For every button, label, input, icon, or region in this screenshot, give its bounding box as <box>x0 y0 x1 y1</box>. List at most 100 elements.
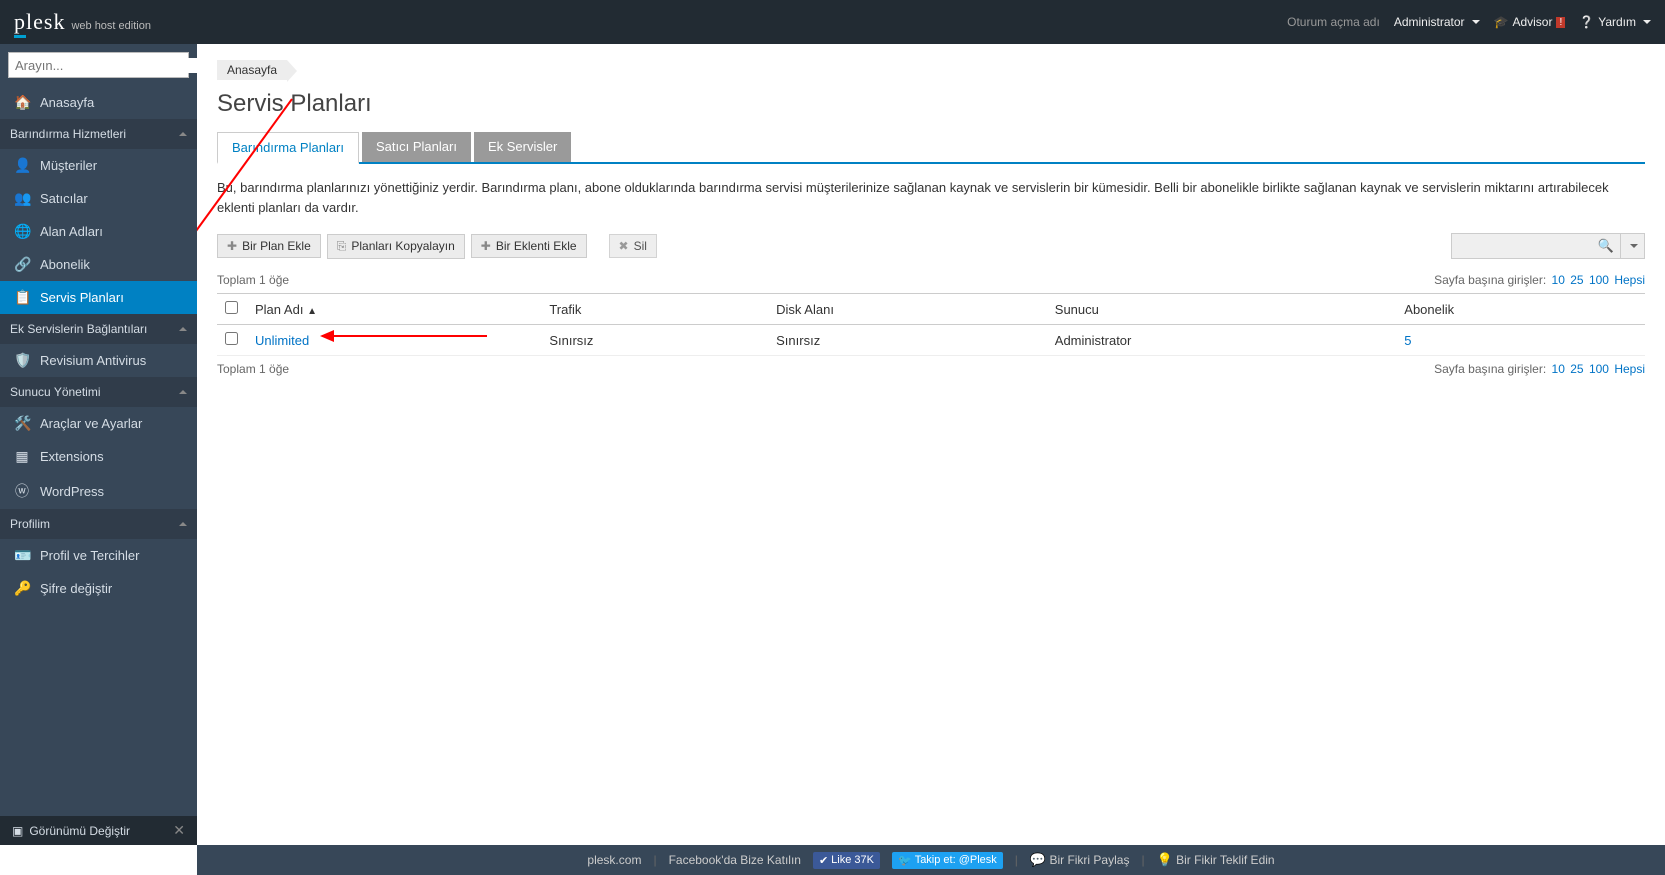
copy-icon: ⎘ <box>337 239 347 254</box>
chevron-up-icon <box>179 390 187 394</box>
link-icon: 🔗 <box>14 256 30 273</box>
col-subscription[interactable]: Abonelik <box>1396 294 1645 325</box>
users-icon: 👥 <box>14 190 30 207</box>
cell-disk: Sınırsız <box>768 325 1047 356</box>
wordpress-icon: ⓦ <box>14 481 30 501</box>
sidebar-group-ext[interactable]: Ek Servislerin Bağlantıları <box>0 314 197 344</box>
sidebar-item-wordpress[interactable]: ⓦWordPress <box>0 473 197 509</box>
add-addon-button[interactable]: ✚Bir Eklenti Ekle <box>471 234 587 258</box>
search-icon: 🔍 <box>1598 238 1614 254</box>
thumb-icon: ✔ <box>819 854 828 867</box>
graduation-icon: 🎓 <box>1494 15 1509 29</box>
pager-top: Sayfa başına girişler: 10 25 100 Hepsi <box>1434 273 1645 287</box>
page-description: Bu, barındırma planlarınızı yönettiğiniz… <box>217 178 1645 217</box>
shield-icon: 🛡️ <box>14 352 30 369</box>
delete-button[interactable]: ✖Sil <box>609 234 657 258</box>
search-input[interactable] <box>9 58 197 73</box>
sidebar-item-subscriptions[interactable]: 🔗Abonelik <box>0 248 197 281</box>
help-menu[interactable]: ❔Yardım <box>1579 15 1651 29</box>
breadcrumb-home[interactable]: Anasayfa <box>217 60 287 80</box>
panel-icon: ▣ <box>12 824 23 838</box>
sidebar-item-password[interactable]: 🔑Şifre değiştir <box>0 572 197 605</box>
brand-logo: plesk <box>14 9 65 35</box>
user-menu[interactable]: Administrator <box>1394 15 1480 29</box>
sidebar-item-home[interactable]: 🏠Anasayfa <box>0 86 197 119</box>
sidebar-item-revisium[interactable]: 🛡️Revisium Antivirus <box>0 344 197 377</box>
sidebar-item-resellers[interactable]: 👥Satıcılar <box>0 182 197 215</box>
col-disk[interactable]: Disk Alanı <box>768 294 1047 325</box>
col-plan-name[interactable]: Plan Adı ▲ <box>247 294 541 325</box>
pager-10[interactable]: 10 <box>1552 273 1565 287</box>
tab-addon-services[interactable]: Ek Servisler <box>474 132 571 162</box>
total-count-top: Toplam 1 öğe <box>217 273 289 287</box>
chevron-up-icon <box>179 522 187 526</box>
sidebar-item-service-plans[interactable]: 📋Servis Planları <box>0 281 197 314</box>
subscription-link[interactable]: 5 <box>1404 333 1411 348</box>
brand[interactable]: plesk web host edition <box>14 9 151 35</box>
sidebar-item-domains[interactable]: 🌐Alan Adları <box>0 215 197 248</box>
facebook-like-button[interactable]: ✔Like 37K <box>813 852 880 869</box>
key-icon: 🔑 <box>14 580 30 597</box>
sidebar-item-customers[interactable]: 👤Müşteriler <box>0 149 197 182</box>
toolbar: ✚Bir Plan Ekle ⎘Planları Kopyalayın ✚Bir… <box>217 233 1645 259</box>
pager-100[interactable]: 100 <box>1589 273 1609 287</box>
chevron-up-icon <box>179 132 187 136</box>
add-plan-button[interactable]: ✚Bir Plan Ekle <box>217 234 321 258</box>
globe-icon: 🌐 <box>14 223 30 240</box>
table-search[interactable]: 🔍 <box>1451 233 1621 259</box>
sidebar-footer: ▣Görünümü Değiştir ✕ <box>0 816 197 845</box>
twitter-icon: 🐦 <box>898 854 912 867</box>
bulb-icon: 💡 <box>1157 852 1173 867</box>
page-title: Servis Planları <box>217 90 1645 118</box>
sidebar-item-extensions[interactable]: ▦Extensions <box>0 440 197 473</box>
puzzle-icon: ▦ <box>14 448 30 465</box>
tab-hosting-plans[interactable]: Barındırma Planları <box>217 132 359 164</box>
footer-suggest-idea[interactable]: 💡 Bir Fikir Teklif Edin <box>1157 852 1275 868</box>
sidebar-group-hosting[interactable]: Barındırma Hizmetleri <box>0 119 197 149</box>
twitter-follow-button[interactable]: 🐦Takip et: @Plesk <box>892 852 1003 869</box>
alert-badge: ! <box>1556 17 1565 28</box>
select-all-checkbox[interactable] <box>225 301 238 314</box>
delete-icon: ✖ <box>619 239 629 253</box>
pager-all[interactable]: Hepsi <box>1614 273 1645 287</box>
pager-25[interactable]: 25 <box>1570 362 1583 376</box>
sidebar-group-server[interactable]: Sunucu Yönetimi <box>0 377 197 407</box>
home-icon: 🏠 <box>14 94 30 111</box>
chat-icon: 💬 <box>1030 852 1046 867</box>
col-server[interactable]: Sunucu <box>1047 294 1397 325</box>
close-icon[interactable]: ✕ <box>173 822 185 839</box>
footer-plesk-link[interactable]: plesk.com <box>587 853 641 867</box>
sidebar: 🔍 🏠Anasayfa Barındırma Hizmetleri 👤Müşte… <box>0 44 197 845</box>
clipboard-icon: 📋 <box>14 289 30 306</box>
user-icon: 👤 <box>14 157 30 174</box>
tab-reseller-plans[interactable]: Satıcı Planları <box>362 132 471 162</box>
pager-100[interactable]: 100 <box>1589 362 1609 376</box>
table-row: Unlimited Sınırsız Sınırsız Administrato… <box>217 325 1645 356</box>
footer-facebook-link[interactable]: Facebook'da Bize Katılın <box>669 853 801 867</box>
pager-25[interactable]: 25 <box>1570 273 1583 287</box>
sidebar-item-tools[interactable]: 🛠️Araçlar ve Ayarlar <box>0 407 197 440</box>
total-count-bottom: Toplam 1 öğe <box>217 362 289 376</box>
sort-asc-icon: ▲ <box>307 306 317 317</box>
advisor-link[interactable]: 🎓Advisor! <box>1494 15 1566 29</box>
sidebar-item-prefs[interactable]: 🪪Profil ve Tercihler <box>0 539 197 572</box>
view-switch[interactable]: ▣Görünümü Değiştir <box>12 824 130 838</box>
plus-icon: ✚ <box>227 239 237 253</box>
top-bar: plesk web host edition Oturum açma adı A… <box>0 0 1665 44</box>
pager-10[interactable]: 10 <box>1552 362 1565 376</box>
plus-icon: ✚ <box>481 239 491 253</box>
search-dropdown[interactable] <box>1621 233 1645 259</box>
plan-name-link[interactable]: Unlimited <box>255 333 309 348</box>
pager-all[interactable]: Hepsi <box>1614 362 1645 376</box>
col-traffic[interactable]: Trafik <box>541 294 768 325</box>
sidebar-group-profile[interactable]: Profilim <box>0 509 197 539</box>
copy-plans-button[interactable]: ⎘Planları Kopyalayın <box>327 234 465 259</box>
help-icon: ❔ <box>1579 15 1594 29</box>
brand-edition: web host edition <box>71 20 151 32</box>
footer: plesk.com | Facebook'da Bize Katılın ✔Li… <box>197 845 1665 875</box>
id-icon: 🪪 <box>14 547 30 564</box>
main-content: Anasayfa Servis Planları Barındırma Plan… <box>197 44 1665 845</box>
footer-share-idea[interactable]: 💬 Bir Fikri Paylaş <box>1030 852 1130 868</box>
plans-table: Plan Adı ▲ Trafik Disk Alanı Sunucu Abon… <box>217 293 1645 356</box>
row-checkbox[interactable] <box>225 332 238 345</box>
